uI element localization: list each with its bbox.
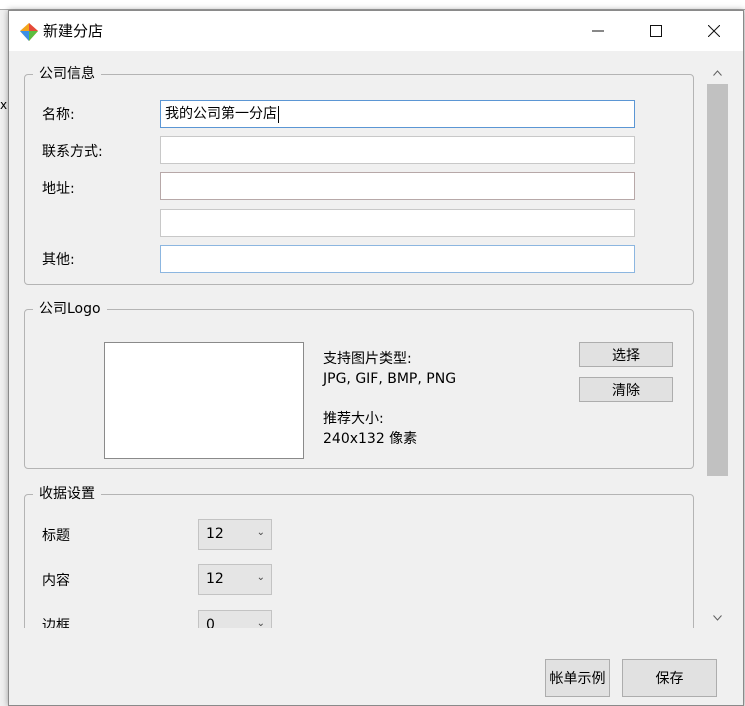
dialog-content: 公司信息 名称: 我的公司第一分店 联系方式: 地址: 其他: 公司Logo 支…: [9, 51, 743, 628]
other-label: 其他:: [42, 252, 75, 268]
address-input-line1[interactable]: [160, 172, 635, 200]
receipt-settings-legend: 收据设置: [33, 485, 101, 503]
background-tab-strip: [0, 0, 745, 10]
select-logo-button[interactable]: 选择: [579, 342, 673, 367]
chevron-down-icon: ⌄: [256, 572, 265, 583]
receipt-example-button[interactable]: 帐单示例: [545, 659, 610, 697]
name-input-value: 我的公司第一分店: [165, 106, 277, 122]
receipt-title-label: 标题: [42, 528, 70, 544]
chevron-down-icon[interactable]: [706, 608, 729, 627]
close-icon: [708, 25, 720, 37]
scrollbar-thumb[interactable]: [707, 84, 728, 476]
vertical-scrollbar[interactable]: [706, 63, 729, 627]
company-info-legend: 公司信息: [33, 65, 101, 83]
minimize-button[interactable]: [569, 11, 627, 51]
clear-logo-button[interactable]: 清除: [579, 377, 673, 402]
app-logo-icon: [19, 22, 39, 42]
name-input[interactable]: 我的公司第一分店: [160, 100, 635, 128]
content-font-size-select[interactable]: 12 ⌄: [198, 564, 272, 595]
chevron-down-icon: ⌄: [256, 618, 265, 628]
other-input[interactable]: [160, 245, 635, 273]
recommended-size-value: 240x132 像素: [323, 431, 418, 447]
company-logo-legend: 公司Logo: [33, 300, 107, 318]
maximize-button[interactable]: [627, 11, 685, 51]
border-value: 0: [206, 617, 215, 628]
name-label: 名称:: [42, 107, 75, 123]
window-title: 新建分店: [43, 22, 104, 40]
receipt-border-label: 边框: [42, 618, 70, 628]
logo-preview[interactable]: [104, 342, 304, 459]
chevron-down-icon: ⌄: [256, 527, 265, 538]
background-fragment-text: x: [0, 98, 8, 112]
image-types-label: 支持图片类型:: [323, 351, 412, 367]
text-caret: [278, 105, 279, 123]
close-button[interactable]: [685, 11, 743, 51]
image-types-value: JPG, GIF, BMP, PNG: [323, 371, 457, 387]
minimize-icon: [592, 30, 604, 32]
border-select[interactable]: 0 ⌄: [198, 610, 272, 628]
contact-label: 联系方式:: [42, 144, 103, 160]
title-font-size-value: 12: [206, 526, 224, 542]
new-branch-dialog: 新建分店 公司信息 名称: 我的公司第一分店 联系方式: 地址: 其他: 公司L…: [8, 10, 744, 706]
title-bar[interactable]: 新建分店: [9, 11, 743, 51]
chevron-up-icon[interactable]: [706, 63, 729, 82]
address-input-line2[interactable]: [160, 209, 635, 237]
contact-input[interactable]: [160, 136, 635, 164]
maximize-icon: [650, 25, 662, 37]
title-font-size-select[interactable]: 12 ⌄: [198, 519, 272, 550]
content-font-size-value: 12: [206, 571, 224, 587]
save-button[interactable]: 保存: [622, 659, 717, 697]
address-label: 地址:: [42, 181, 75, 197]
recommended-size-label: 推荐大小:: [323, 411, 384, 427]
receipt-content-label: 内容: [42, 573, 70, 589]
receipt-settings-group: 收据设置: [24, 485, 694, 628]
